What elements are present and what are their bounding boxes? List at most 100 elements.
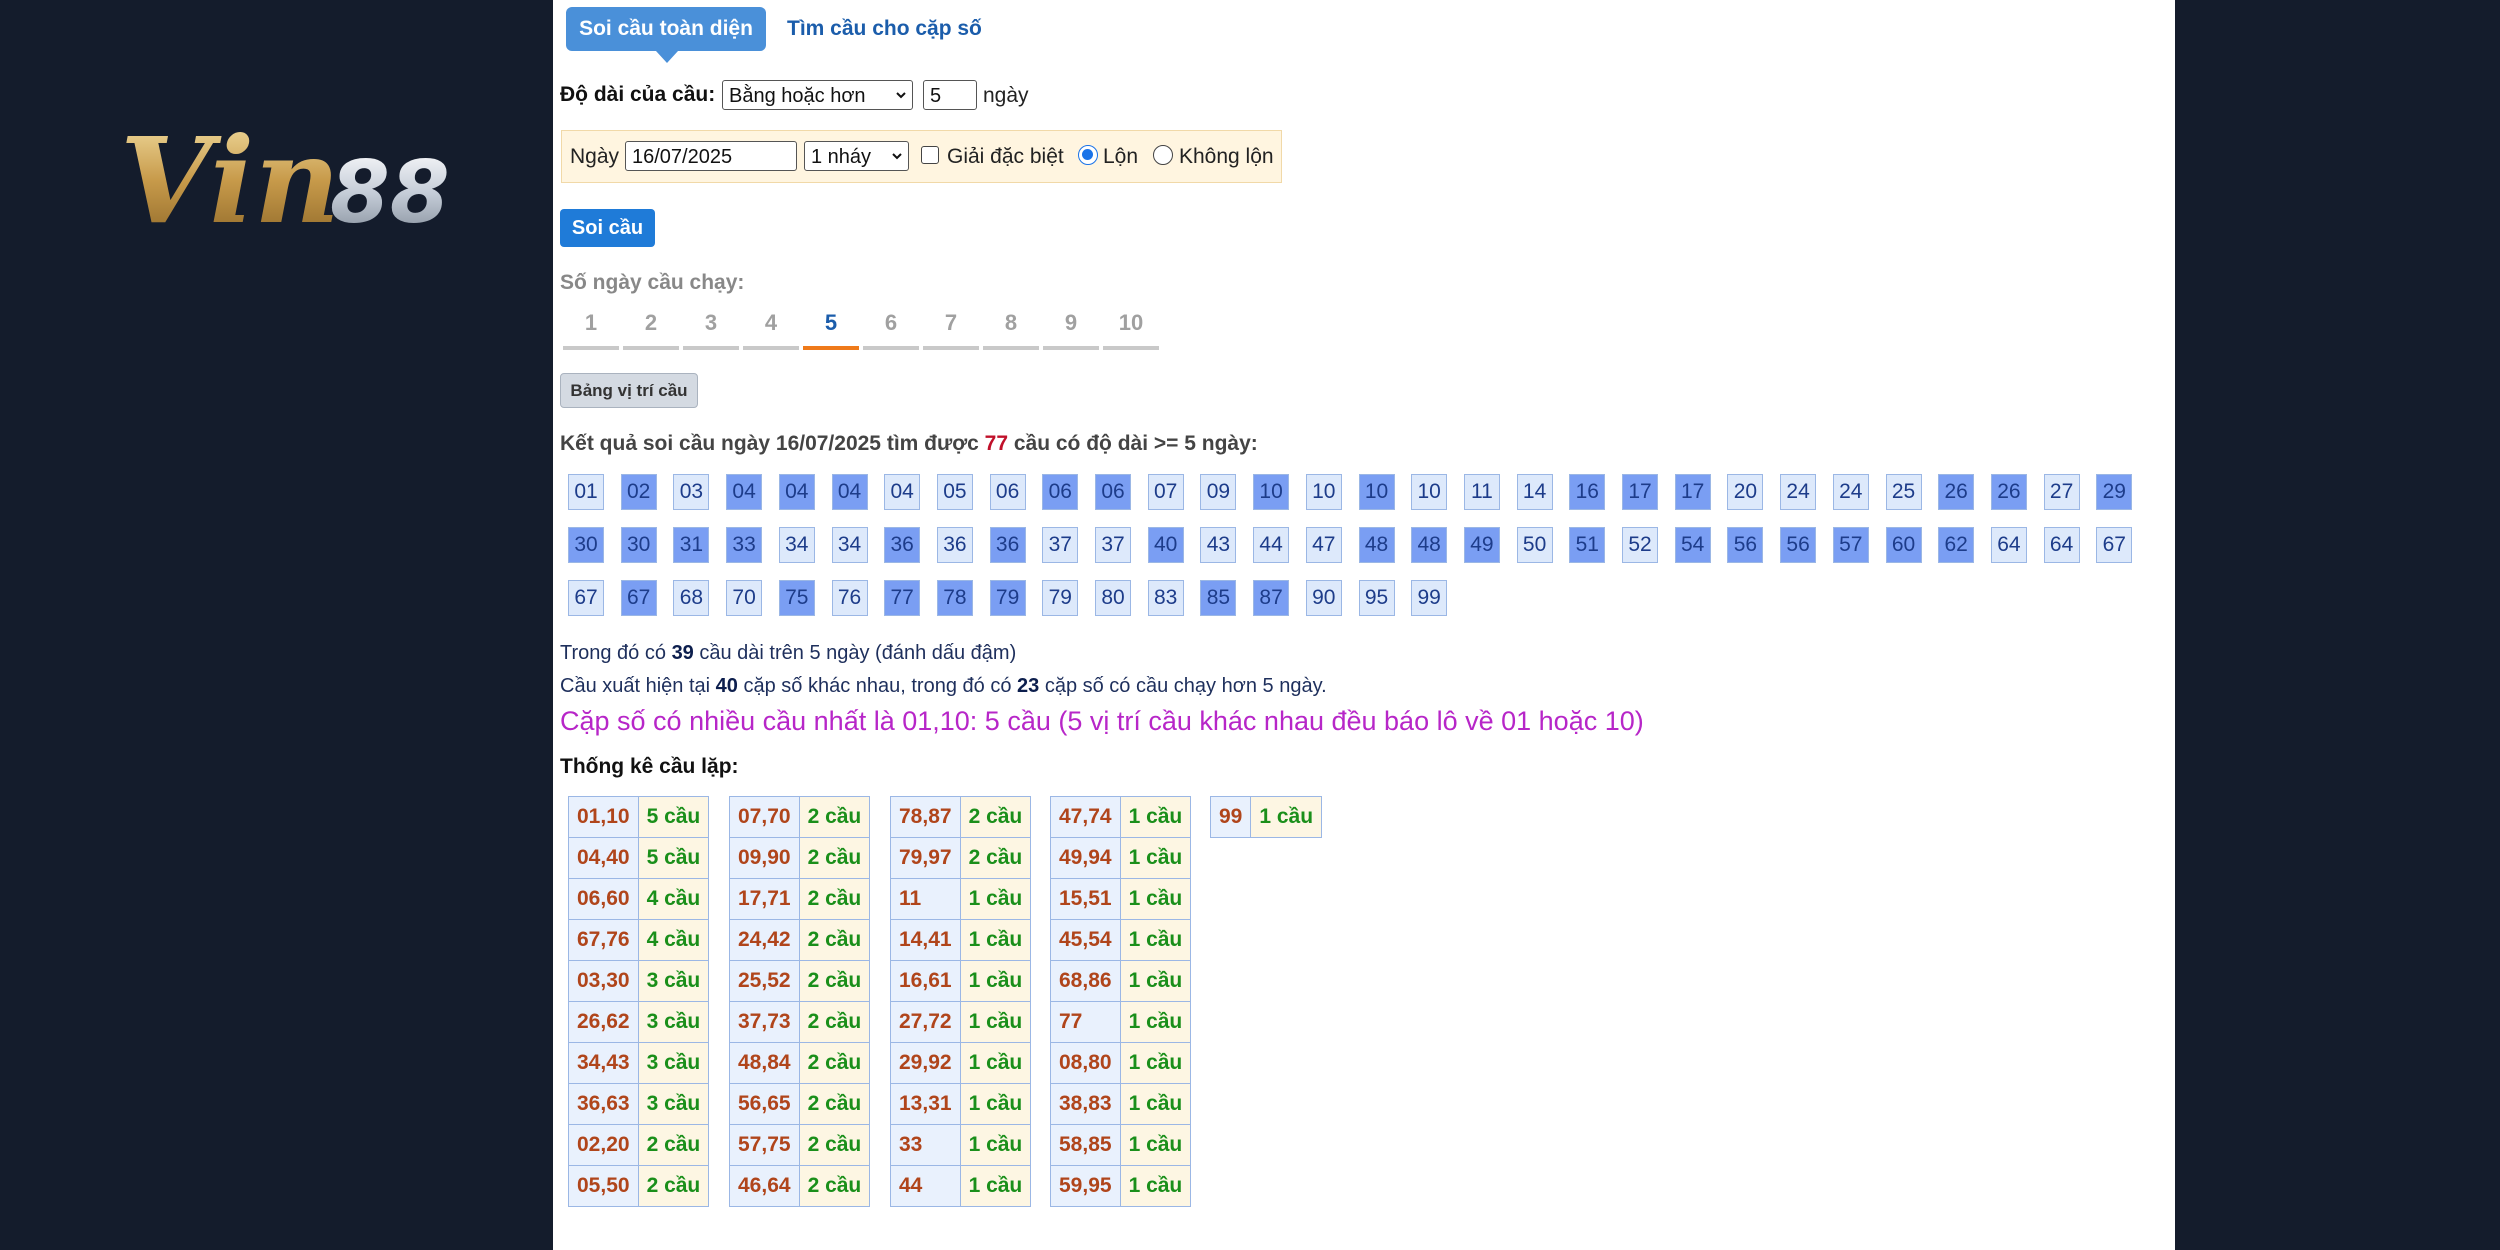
number-cell[interactable]: 56	[1727, 527, 1764, 563]
stats-pair[interactable]: 78,87	[890, 796, 961, 838]
stats-pair[interactable]: 05,50	[568, 1165, 639, 1207]
stats-pair[interactable]: 44	[890, 1165, 961, 1207]
number-cell[interactable]: 50	[1516, 527, 1553, 563]
number-cell[interactable]: 70	[726, 580, 763, 616]
number-cell[interactable]: 78	[936, 580, 973, 616]
stats-pair[interactable]: 79,97	[890, 837, 961, 879]
position-table-button[interactable]: Bảng vị trí cầu	[560, 373, 698, 408]
number-cell[interactable]: 33	[726, 527, 763, 563]
special-prize-checkbox[interactable]	[921, 146, 939, 164]
number-cell[interactable]: 67	[620, 580, 657, 616]
stats-pair[interactable]: 15,51	[1050, 878, 1121, 920]
stats-pair[interactable]: 33	[890, 1124, 961, 1166]
day-tab-4[interactable]: 4	[743, 306, 799, 350]
number-cell[interactable]: 10	[1253, 474, 1290, 510]
number-cell[interactable]: 64	[2043, 527, 2080, 563]
stats-pair[interactable]: 03,30	[568, 960, 639, 1002]
stats-pair[interactable]: 58,85	[1050, 1124, 1121, 1166]
number-cell[interactable]: 30	[620, 527, 657, 563]
day-tab-2[interactable]: 2	[623, 306, 679, 350]
number-cell[interactable]: 07	[1147, 474, 1184, 510]
soi-cau-button[interactable]: Soi cầu	[560, 209, 655, 247]
number-cell[interactable]: 29	[2096, 474, 2133, 510]
number-cell[interactable]: 34	[778, 527, 815, 563]
number-cell[interactable]: 11	[1463, 474, 1500, 510]
number-cell[interactable]: 43	[1200, 527, 1237, 563]
number-cell[interactable]: 83	[1147, 580, 1184, 616]
number-cell[interactable]: 02	[620, 474, 657, 510]
number-cell[interactable]: 17	[1622, 474, 1658, 510]
number-cell[interactable]: 27	[2043, 474, 2080, 510]
stats-pair[interactable]: 59,95	[1050, 1165, 1121, 1207]
stats-pair[interactable]: 99	[1209, 796, 1252, 838]
stats-pair[interactable]: 04,40	[568, 837, 639, 879]
radio-lon[interactable]	[1078, 145, 1098, 165]
stats-pair[interactable]: 14,41	[890, 919, 961, 961]
stats-pair[interactable]: 46,64	[729, 1165, 800, 1207]
number-cell[interactable]: 40	[1147, 527, 1184, 563]
day-tab-10[interactable]: 10	[1103, 306, 1159, 350]
number-cell[interactable]: 68	[673, 580, 710, 616]
number-cell[interactable]: 10	[1411, 474, 1448, 510]
number-cell[interactable]: 48	[1411, 527, 1448, 563]
tab-soi-cau-toan-dien[interactable]: Soi cầu toàn diện	[566, 7, 766, 63]
number-cell[interactable]: 06	[1095, 474, 1131, 510]
date-input[interactable]: 16/07/2025	[625, 141, 797, 171]
tab-tim-cau-cap-so[interactable]: Tìm cầu cho cặp số	[787, 7, 982, 51]
stats-pair[interactable]: 29,92	[890, 1042, 961, 1084]
number-cell[interactable]: 99	[1411, 580, 1448, 616]
day-tab-5[interactable]: 5	[803, 306, 859, 350]
stats-pair[interactable]: 08,80	[1050, 1042, 1121, 1084]
number-cell[interactable]: 16	[1569, 474, 1606, 510]
stats-pair[interactable]: 36,63	[568, 1083, 639, 1125]
number-cell[interactable]: 09	[1200, 474, 1237, 510]
number-cell[interactable]: 60	[1885, 527, 1922, 563]
number-cell[interactable]: 24	[1832, 474, 1869, 510]
number-cell[interactable]: 04	[726, 474, 763, 510]
stats-pair[interactable]: 13,31	[890, 1083, 961, 1125]
stats-pair[interactable]: 02,20	[568, 1124, 639, 1166]
number-cell[interactable]: 80	[1095, 580, 1131, 616]
stats-pair[interactable]: 07,70	[729, 796, 800, 838]
number-cell[interactable]: 54	[1674, 527, 1711, 563]
stats-pair[interactable]: 16,61	[890, 960, 961, 1002]
day-tab-6[interactable]: 6	[863, 306, 919, 350]
number-cell[interactable]: 62	[1938, 527, 1975, 563]
stats-pair[interactable]: 11	[890, 878, 961, 920]
stats-pair[interactable]: 68,86	[1050, 960, 1121, 1002]
number-cell[interactable]: 75	[778, 580, 815, 616]
number-cell[interactable]: 52	[1622, 527, 1658, 563]
number-cell[interactable]: 48	[1358, 527, 1395, 563]
number-cell[interactable]: 04	[884, 474, 921, 510]
number-cell[interactable]: 67	[568, 580, 604, 616]
day-tab-9[interactable]: 9	[1043, 306, 1099, 350]
radio-khong-lon[interactable]	[1153, 145, 1173, 165]
number-cell[interactable]: 06	[989, 474, 1026, 510]
stats-pair[interactable]: 56,65	[729, 1083, 800, 1125]
number-cell[interactable]: 10	[1305, 474, 1342, 510]
day-tab-8[interactable]: 8	[983, 306, 1039, 350]
number-cell[interactable]: 36	[884, 527, 921, 563]
number-cell[interactable]: 36	[936, 527, 973, 563]
number-cell[interactable]: 26	[1990, 474, 2027, 510]
stats-pair[interactable]: 09,90	[729, 837, 800, 879]
number-cell[interactable]: 76	[831, 580, 868, 616]
number-cell[interactable]: 17	[1674, 474, 1711, 510]
stats-pair[interactable]: 01,10	[568, 796, 639, 838]
number-cell[interactable]: 01	[568, 474, 604, 510]
number-cell[interactable]: 36	[989, 527, 1026, 563]
number-cell[interactable]: 04	[831, 474, 868, 510]
number-cell[interactable]: 85	[1200, 580, 1237, 616]
number-cell[interactable]: 79	[989, 580, 1026, 616]
number-cell[interactable]: 51	[1569, 527, 1606, 563]
number-cell[interactable]: 49	[1463, 527, 1500, 563]
stats-pair[interactable]: 47,74	[1050, 796, 1121, 838]
day-tab-7[interactable]: 7	[923, 306, 979, 350]
number-cell[interactable]: 79	[1042, 580, 1079, 616]
number-cell[interactable]: 06	[1042, 474, 1079, 510]
stats-pair[interactable]: 57,75	[729, 1124, 800, 1166]
number-cell[interactable]: 95	[1358, 580, 1395, 616]
day-tab-1[interactable]: 1	[563, 306, 619, 350]
number-cell[interactable]: 31	[673, 527, 710, 563]
stats-pair[interactable]: 49,94	[1050, 837, 1121, 879]
